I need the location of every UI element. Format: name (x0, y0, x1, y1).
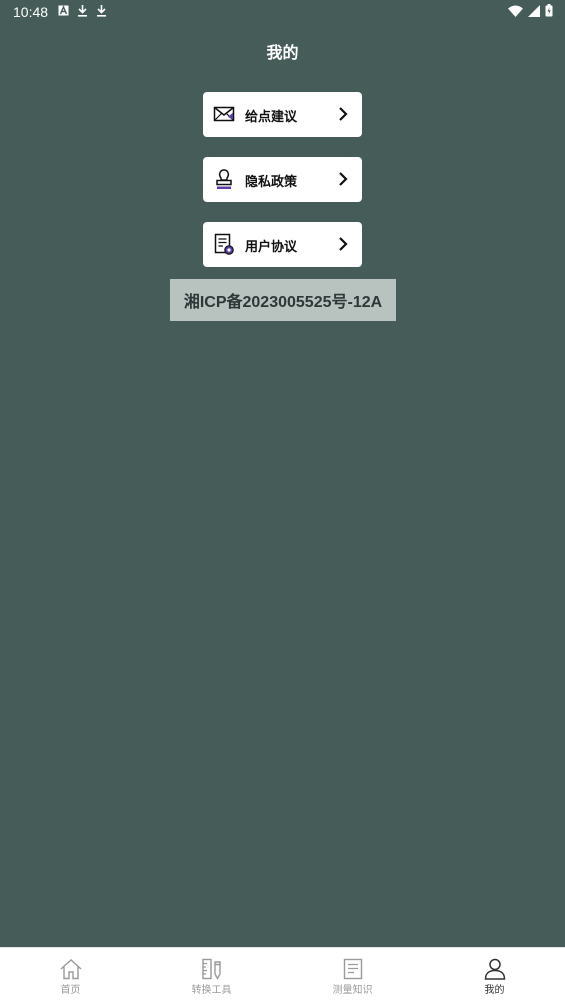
chevron-right-icon (339, 237, 348, 251)
stamp-icon (216, 169, 232, 189)
tab-measurement-knowledge[interactable]: 测量知识 (282, 948, 423, 1004)
icp-license-link[interactable]: 湘ICP备2023005525号-12A (170, 279, 396, 321)
user-agreement-button[interactable]: 用户协议 (203, 222, 362, 267)
tab-home-label: 首页 (60, 985, 81, 996)
notes-icon (343, 958, 362, 980)
bottom-tab-bar: 首页 转换工具 测量知识 我的 (0, 947, 565, 1004)
tab-home[interactable]: 首页 (0, 948, 141, 1004)
status-icons-left (58, 4, 107, 17)
tab-conversion-tools[interactable]: 转换工具 (141, 948, 282, 1004)
document-icon (214, 233, 234, 255)
download-icon (97, 5, 106, 17)
tab-conversion-tools-label: 转换工具 (191, 985, 232, 996)
battery-icon (545, 4, 553, 17)
feedback-label: 给点建议 (245, 110, 298, 125)
chevron-right-icon (339, 172, 348, 186)
tab-mine-label: 我的 (484, 985, 505, 996)
user-agreement-label: 用户协议 (245, 240, 298, 255)
status-bar: 10:48 (0, 0, 565, 24)
wifi-icon (508, 5, 523, 17)
home-icon (60, 959, 81, 980)
feedback-button[interactable]: 给点建议 (203, 92, 362, 137)
status-icons-right (508, 4, 553, 17)
mail-icon (213, 106, 235, 122)
user-icon (484, 958, 505, 980)
tab-mine[interactable]: 我的 (424, 948, 565, 1004)
chevron-right-icon (339, 107, 348, 121)
privacy-policy-label: 隐私政策 (245, 175, 298, 190)
status-time: 10:48 (13, 4, 49, 20)
tab-measurement-knowledge-label: 测量知识 (332, 985, 373, 996)
font-notification-icon (58, 5, 69, 16)
ruler-pencil-icon (201, 958, 221, 980)
download-icon (78, 5, 87, 17)
signal-icon (528, 4, 540, 17)
page-title: 我的 (266, 43, 299, 62)
privacy-policy-button[interactable]: 隐私政策 (203, 157, 362, 202)
